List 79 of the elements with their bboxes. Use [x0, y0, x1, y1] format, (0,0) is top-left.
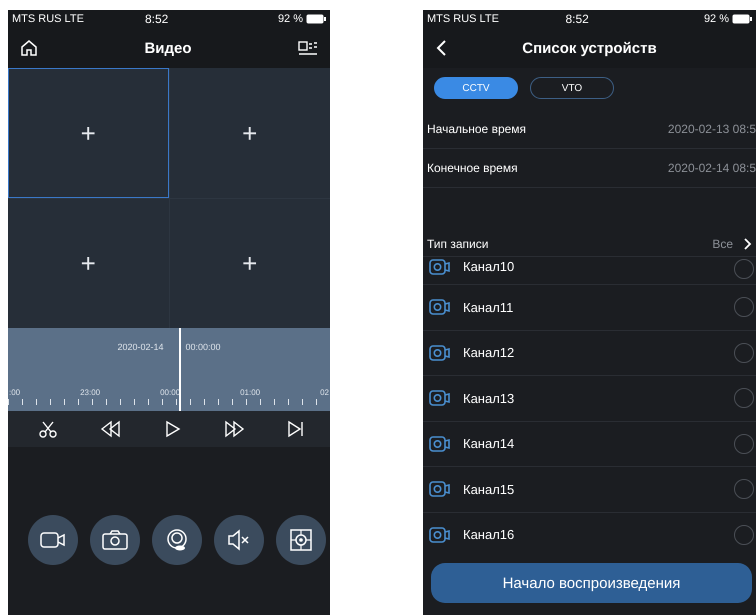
layout-icon[interactable] [298, 39, 318, 57]
time-tick-label: :00 [9, 388, 20, 397]
battery-text: 92 % [278, 13, 304, 25]
camera-icon [429, 390, 451, 406]
channel-row[interactable]: Канал16 [423, 512, 756, 557]
skip-next-icon[interactable] [287, 420, 305, 438]
battery-icon [732, 14, 752, 24]
timeline-date: 2020-02-14 [117, 342, 164, 352]
camera-button[interactable] [90, 515, 140, 565]
time-tick-label: 02 [320, 388, 329, 397]
field-label: Конечное время [427, 161, 518, 175]
channel-name: Канал15 [463, 482, 516, 497]
time-tick-label: 01:00 [240, 388, 260, 397]
channel-row[interactable]: Канал15 [423, 466, 756, 512]
time-field[interactable]: Начальное время 2020-02-13 08:5 [423, 110, 756, 149]
channel-row[interactable]: Канал11 [423, 284, 756, 330]
carrier-text: MTS RUS LTE [427, 13, 500, 25]
back-icon[interactable] [435, 39, 447, 57]
field-value: 2020-02-14 08:5 [668, 161, 756, 175]
battery-icon [306, 14, 326, 24]
screen-title: Видео [144, 40, 192, 56]
field-label: Начальное время [427, 122, 526, 136]
time-tick-label: 23:00 [80, 388, 100, 397]
radio-button[interactable] [734, 434, 754, 454]
camera-icon [102, 529, 128, 551]
field-value: Все [712, 237, 733, 251]
target-button[interactable] [276, 515, 326, 565]
rewind-icon[interactable] [100, 420, 122, 438]
channel-name: Канал11 [463, 300, 514, 315]
radio-button[interactable] [734, 479, 754, 500]
video-camera-icon [40, 530, 66, 550]
clock-text: 8:52 [565, 12, 590, 26]
home-icon[interactable] [20, 39, 38, 57]
radio-button[interactable] [734, 259, 754, 279]
fisheye-icon [165, 528, 189, 552]
start-playback-button[interactable]: Начало воспроизведения [431, 563, 752, 603]
channel-name: Канал13 [463, 390, 516, 406]
screen-title: Список устройств [522, 40, 657, 56]
channel-name: Канал16 [463, 527, 516, 542]
channel-name: Канал10 [463, 259, 516, 274]
camera-icon [429, 344, 451, 361]
video-cell[interactable]: + [8, 68, 168, 198]
segment-tab[interactable]: CCTV [434, 77, 518, 99]
chevron-right-icon [743, 237, 752, 251]
fast-forward-icon[interactable] [222, 420, 245, 438]
video-cell[interactable]: + [170, 68, 330, 198]
mute-button[interactable] [214, 515, 264, 565]
camera-icon [429, 436, 451, 452]
mute-icon [227, 529, 251, 551]
channel-row[interactable]: Канал12 [423, 330, 756, 375]
field-label: Тип записи [427, 237, 488, 251]
camera-icon [429, 299, 451, 316]
video-cell[interactable]: + [170, 199, 330, 328]
camera-icon [429, 481, 451, 498]
channel-row[interactable]: Канал13 [423, 375, 756, 420]
segment-tab[interactable]: VTO [530, 77, 614, 99]
carrier-text: MTS RUS LTE [12, 13, 85, 25]
scissors-icon[interactable] [38, 419, 58, 439]
radio-button[interactable] [734, 342, 754, 363]
radio-button[interactable] [734, 297, 754, 318]
channel-name: Канал14 [463, 436, 516, 452]
radio-button[interactable] [734, 524, 754, 545]
timeline-time: 00:00:00 [186, 342, 221, 352]
clock-text: 8:52 [144, 12, 170, 26]
play-icon[interactable] [164, 420, 180, 438]
camera-icon [429, 526, 451, 543]
time-field[interactable]: Конечное время 2020-02-14 08:5 [423, 149, 756, 188]
channel-row[interactable]: Канал14 [423, 420, 756, 466]
channel-row[interactable]: Канал10 [423, 256, 756, 284]
video-cell[interactable]: + [8, 199, 168, 328]
fisheye-button[interactable] [152, 515, 202, 565]
radio-button[interactable] [734, 388, 754, 408]
target-icon [289, 528, 313, 552]
video-camera-button[interactable] [28, 515, 78, 565]
battery-text: 92 % [704, 13, 730, 25]
record-type-row[interactable]: Тип записи Все [423, 232, 756, 256]
field-value: 2020-02-13 08:5 [668, 122, 756, 136]
channel-name: Канал12 [463, 345, 516, 360]
camera-icon [429, 259, 451, 275]
